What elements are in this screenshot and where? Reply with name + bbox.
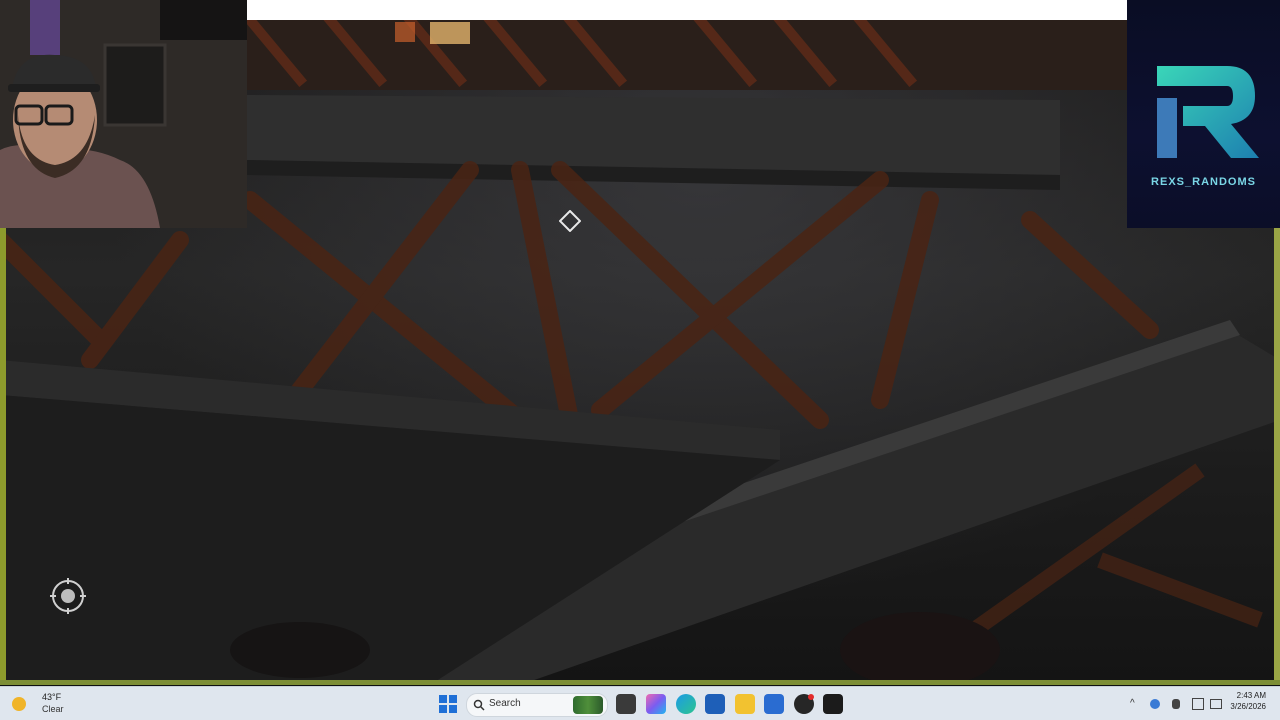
search-highlight-image <box>573 696 603 714</box>
weather-temperature: 43°F <box>42 692 62 702</box>
app-icon[interactable] <box>764 694 784 714</box>
diamond-waypoint-icon <box>559 210 581 232</box>
search-icon <box>473 699 485 711</box>
start-icon[interactable] <box>439 695 457 713</box>
task-view-icon[interactable] <box>616 694 636 714</box>
copilot-icon[interactable] <box>646 694 666 714</box>
search-label: Search <box>489 698 521 709</box>
chevron-up-icon[interactable]: ^ <box>1130 698 1135 709</box>
app-red-badge-icon[interactable] <box>794 694 814 714</box>
display-icon[interactable] <box>1192 698 1204 710</box>
clock-date: 3/26/2026 <box>1230 702 1266 711</box>
notification-badge <box>808 694 814 700</box>
cloud-icon[interactable] <box>1150 699 1160 709</box>
weather-widget[interactable]: 43°F Clear <box>8 691 68 717</box>
moon-weather-icon <box>12 697 26 711</box>
webcam-overlay <box>0 0 247 228</box>
channel-brand-name: REXS_RANDOMS <box>1151 176 1256 188</box>
streamer-camera-feed <box>0 0 247 228</box>
taskbar-search-box[interactable]: Search <box>466 693 608 717</box>
channel-logo-panel: REXS_RANDOMS <box>1127 0 1280 228</box>
rexs-logo-icon <box>1157 66 1259 158</box>
edge-icon[interactable] <box>676 694 696 714</box>
stream-capture: REXS_RANDOMS 43°F Clear Search ^ 2:43 AM… <box>0 0 1280 720</box>
file-explorer-icon[interactable] <box>735 694 755 714</box>
taskbar-clock[interactable]: 2:43 AM 3/26/2026 <box>1206 691 1266 711</box>
chroma-edge-left <box>0 228 6 685</box>
weather-condition: Clear <box>42 704 64 714</box>
compass-reticle-icon <box>50 578 86 614</box>
game-app-icon[interactable] <box>823 694 843 714</box>
microphone-icon[interactable] <box>1172 699 1180 709</box>
store-icon[interactable] <box>705 694 725 714</box>
clock-time: 2:43 AM <box>1236 691 1266 700</box>
chroma-edge-right <box>1274 228 1280 685</box>
windows-taskbar: 43°F Clear Search ^ 2:43 AM 3/26/2026 <box>0 686 1280 720</box>
capture-top-strip <box>247 0 1127 20</box>
chroma-edge-bottom <box>0 680 1280 685</box>
